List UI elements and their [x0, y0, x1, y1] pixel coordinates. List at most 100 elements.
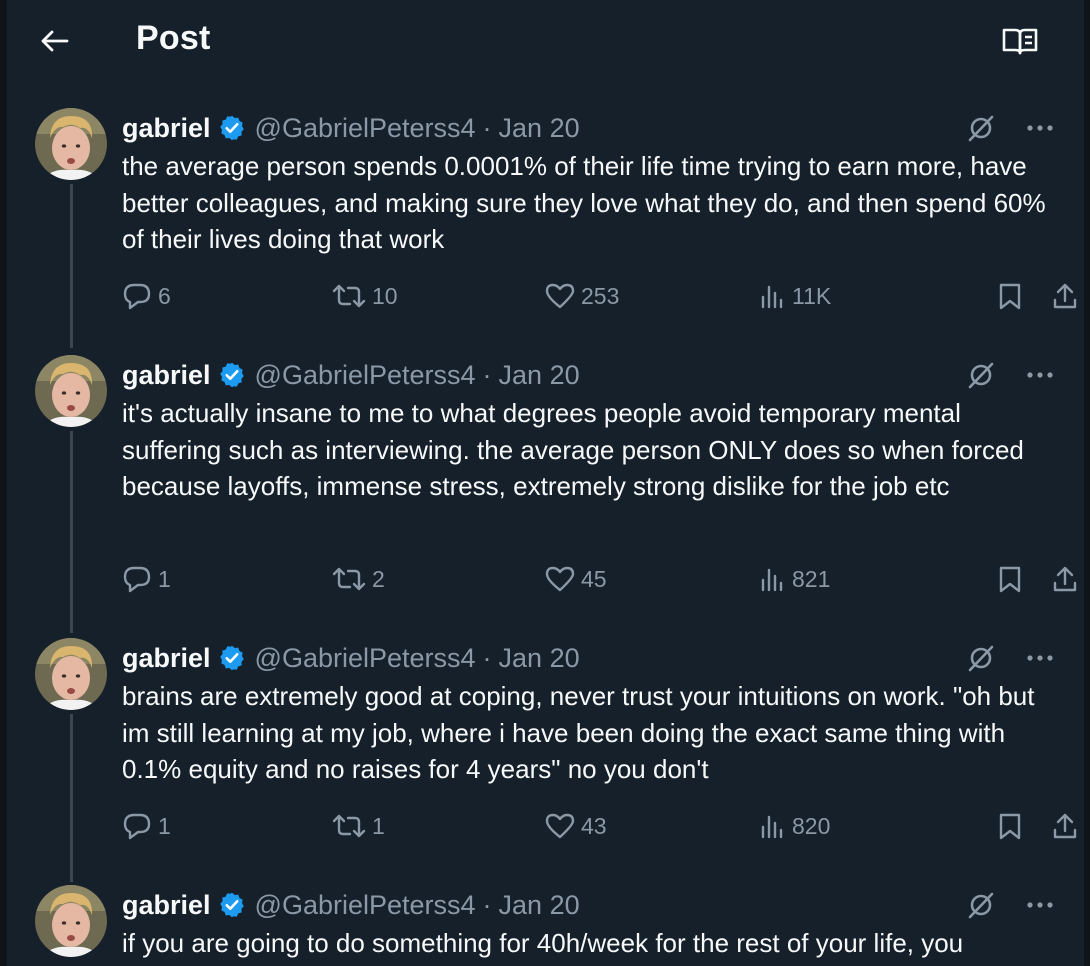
thread-connector [70, 714, 73, 882]
more-dots-icon [1027, 655, 1053, 661]
back-button[interactable] [37, 24, 71, 58]
post-date[interactable]: Jan 20 [499, 113, 580, 144]
author-name[interactable]: gabriel [122, 113, 211, 144]
author-name[interactable]: gabriel [122, 643, 211, 674]
grok-button[interactable] [965, 889, 997, 921]
separator-dot: · [482, 112, 492, 143]
more-options-button[interactable] [1022, 359, 1058, 391]
views-bar-chart-icon [761, 568, 783, 592]
separator-dot: · [482, 889, 492, 920]
tweet-text: it's actually insane to me to what degre… [122, 398, 1024, 501]
post-date[interactable]: Jan 20 [499, 890, 580, 921]
reply-count: 1 [158, 812, 171, 839]
verified-badge-icon [218, 891, 246, 919]
retweet-button[interactable]: 1 [332, 808, 385, 844]
avatar[interactable] [35, 108, 107, 180]
heart-icon [545, 566, 575, 592]
reader-mode-button[interactable] [1000, 24, 1040, 58]
grok-icon [968, 892, 994, 919]
reply-icon [123, 283, 151, 310]
bookmark-icon [999, 566, 1021, 593]
like-button[interactable]: 43 [545, 808, 607, 844]
grok-button[interactable] [965, 359, 997, 391]
more-options-button[interactable] [1022, 112, 1058, 144]
more-dots-icon [1027, 125, 1053, 131]
views-bar-chart-icon [761, 285, 783, 309]
bookmark-button[interactable] [998, 561, 1028, 597]
grok-icon [968, 645, 994, 672]
author-handle[interactable]: @GabrielPeterss4 [255, 360, 476, 391]
tweet-actions: 1 1 43 820 [122, 808, 1084, 844]
grok-button[interactable] [965, 642, 997, 674]
bookmark-button[interactable] [998, 278, 1028, 314]
verified-badge-icon [218, 114, 246, 142]
thread-connector [70, 184, 73, 348]
heart-icon [545, 813, 575, 839]
share-button[interactable] [1052, 561, 1084, 597]
separator-dot: · [482, 359, 492, 390]
like-count: 43 [581, 812, 607, 839]
author-handle[interactable]: @GabrielPeterss4 [255, 643, 476, 674]
author-handle[interactable]: @GabrielPeterss4 [255, 890, 476, 921]
post-date[interactable]: Jan 20 [499, 360, 580, 391]
share-icon [1053, 283, 1077, 309]
retweet-icon [332, 814, 366, 838]
reply-button[interactable]: 6 [122, 278, 171, 314]
heart-icon [545, 283, 575, 309]
author-name[interactable]: gabriel [122, 890, 211, 921]
like-count: 45 [581, 565, 607, 592]
retweet-button[interactable]: 10 [332, 278, 398, 314]
verified-badge-icon [218, 644, 246, 672]
share-icon [1053, 813, 1077, 839]
tweet-text: brains are extremely good at coping, nev… [122, 681, 1035, 784]
post-date[interactable]: Jan 20 [499, 643, 580, 674]
reply-icon [123, 813, 151, 840]
page-title: Post [136, 19, 211, 57]
like-button[interactable]: 253 [545, 278, 619, 314]
share-button[interactable] [1052, 278, 1084, 314]
like-button[interactable]: 45 [545, 561, 607, 597]
author-name[interactable]: gabriel [122, 360, 211, 391]
views-button[interactable]: 821 [760, 561, 830, 597]
more-options-button[interactable] [1022, 889, 1058, 921]
avatar[interactable] [35, 638, 107, 710]
bookmark-button[interactable] [998, 808, 1028, 844]
thread-connector [70, 431, 73, 633]
share-button[interactable] [1052, 808, 1084, 844]
thread: gabriel @GabrielPeterss4 · Jan 20 the av… [7, 80, 1084, 966]
retweet-button[interactable]: 2 [332, 561, 385, 597]
retweet-icon [332, 284, 366, 308]
more-options-button[interactable] [1022, 642, 1058, 674]
share-icon [1053, 566, 1077, 592]
grok-button[interactable] [965, 112, 997, 144]
reply-icon [123, 566, 151, 593]
grok-icon [968, 362, 994, 389]
like-count: 253 [581, 282, 620, 309]
views-button[interactable]: 11K [760, 278, 831, 314]
grok-icon [968, 115, 994, 142]
bookmark-icon [999, 283, 1021, 310]
window-right-border [1084, 0, 1090, 966]
window-left-border [0, 0, 7, 966]
bookmark-icon [999, 813, 1021, 840]
retweet-count: 2 [372, 565, 385, 592]
views-count: 11K [792, 282, 832, 309]
avatar[interactable] [35, 355, 107, 427]
reply-button[interactable]: 1 [122, 808, 171, 844]
more-dots-icon [1027, 902, 1053, 908]
avatar[interactable] [35, 885, 107, 957]
reply-count: 1 [158, 565, 171, 592]
more-dots-icon [1027, 372, 1053, 378]
retweet-count: 10 [372, 282, 398, 309]
tweet-text: the average person spends 0.0001% of the… [122, 151, 1046, 254]
open-book-icon [1002, 28, 1038, 55]
tweet-actions: 1 2 45 821 [122, 561, 1084, 597]
views-count: 820 [792, 812, 831, 839]
header: Post [7, 0, 1084, 80]
author-handle[interactable]: @GabrielPeterss4 [255, 113, 476, 144]
views-bar-chart-icon [761, 815, 783, 839]
reply-button[interactable]: 1 [122, 561, 171, 597]
arrow-left-icon [41, 30, 69, 52]
views-button[interactable]: 820 [760, 808, 830, 844]
tweet-actions: 6 10 253 11K [122, 278, 1084, 314]
